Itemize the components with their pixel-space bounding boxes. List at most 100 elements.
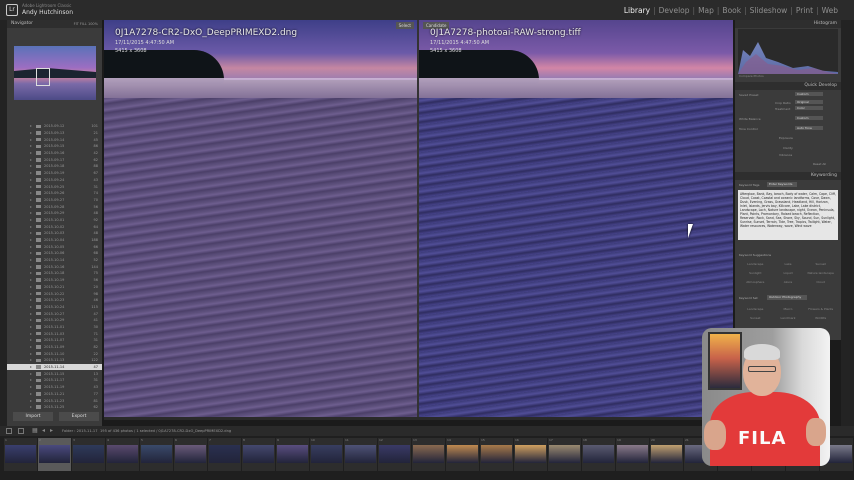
folder-row[interactable]: 2015-10-23 46 [7,297,102,304]
filmstrip-thumbnail[interactable]: 2 [38,438,71,471]
folder-row[interactable]: 2015-09-18 88 [7,163,102,170]
disclosure-triangle-icon[interactable] [30,218,32,221]
keyword-suggestion[interactable]: Sunset [804,262,837,266]
disclosure-triangle-icon[interactable] [30,165,32,168]
folder-row[interactable]: 2015-09-16 42 [7,150,102,157]
filmstrip-thumbnail[interactable]: 4 [106,438,139,471]
disclosure-triangle-icon[interactable] [30,312,32,315]
disclosure-triangle-icon[interactable] [30,319,32,322]
keyword-set-item[interactable]: Landmark [772,316,805,320]
filmstrip-source-path[interactable]: Folder : 2015-11-17 [62,426,98,436]
keyword-suggestion[interactable]: Sunlight [739,271,772,275]
back-arrow-icon[interactable]: ◂ [42,428,48,434]
saved-preset-select[interactable]: Custom [795,92,823,96]
treatment-select[interactable]: Color [795,106,823,110]
disclosure-triangle-icon[interactable] [30,232,32,235]
folder-row[interactable]: 2015-11-21 77 [7,391,102,398]
keyword-set-item[interactable]: Sunset [739,316,772,320]
filmstrip-thumbnail[interactable]: 14 [446,438,479,471]
folder-row[interactable]: 2015-11-19 43 [7,384,102,391]
disclosure-triangle-icon[interactable] [30,152,32,155]
disclosure-triangle-icon[interactable] [30,346,32,349]
filmstrip-thumbnail[interactable]: 12 [378,438,411,471]
compare-toolbar[interactable] [104,417,733,420]
grid-icon[interactable]: ▦ [32,428,38,434]
module-book[interactable]: Book [720,6,743,15]
folder-row[interactable]: 2015-11-15 13 [7,370,102,377]
folder-row[interactable]: 2015-11-14 47 [7,363,102,371]
folder-row[interactable]: 2015-11-07 31 [7,337,102,344]
disclosure-triangle-icon[interactable] [30,239,32,242]
select-pane[interactable]: Select 0J1A7278-CR2-DxO_DeepPRIMEXD2.dng… [104,20,417,417]
left-panel-edge[interactable] [0,20,7,426]
disclosure-triangle-icon[interactable] [30,259,32,262]
import-button[interactable]: Import [13,412,53,421]
quick-develop-header[interactable]: Quick Develop [735,82,841,90]
folder-row[interactable]: 2015-10-29 41 [7,317,102,324]
folder-row[interactable]: 2015-09-28 56 [7,203,102,210]
folder-row[interactable]: 2015-10-02 64 [7,223,102,230]
folder-row[interactable]: 2015-09-27 70 [7,197,102,204]
folder-row[interactable]: 2015-11-17 31 [7,377,102,384]
navigator-zoom-box[interactable] [36,68,50,86]
disclosure-triangle-icon[interactable] [30,339,32,342]
disclosure-triangle-icon[interactable] [30,292,32,295]
disclosure-triangle-icon[interactable] [30,178,32,181]
keyword-suggestion[interactable]: Azure [772,280,805,284]
disclosure-triangle-icon[interactable] [30,245,32,248]
module-library[interactable]: Library [622,6,652,15]
disclosure-triangle-icon[interactable] [30,406,32,409]
folder-row[interactable]: 2015-09-13 21 [7,130,102,137]
disclosure-triangle-icon[interactable] [30,285,32,288]
candidate-pane[interactable]: Candidate 0J1A7278-photoai-RAW-strong.ti… [419,20,733,417]
disclosure-triangle-icon[interactable] [30,172,32,175]
right-panel-edge[interactable] [841,20,854,426]
filmstrip-thumbnail[interactable]: 16 [514,438,547,471]
filmstrip-thumbnail[interactable]: 6 [174,438,207,471]
keyword-set-item[interactable]: Wildlife [804,316,837,320]
histogram-header[interactable]: Histogram [735,20,841,28]
crop-ratio-select[interactable]: Original [795,100,823,104]
folder-row[interactable]: 2015-10-19 56 [7,277,102,284]
disclosure-triangle-icon[interactable] [30,325,32,328]
keyword-suggestion[interactable]: Cloud [804,280,837,284]
keyword-tags-select[interactable]: Enter Keywords [767,182,797,187]
folder-row[interactable]: 2015-10-03 48 [7,230,102,237]
disclosure-triangle-icon[interactable] [30,145,32,148]
filmstrip-thumbnail[interactable]: 7 [208,438,241,471]
filmstrip-thumbnail[interactable]: 11 [344,438,377,471]
disclosure-triangle-icon[interactable] [30,205,32,208]
navigator-zoom-options[interactable]: FIT FILL 100% [74,20,98,28]
folder-row[interactable]: 2015-10-05 66 [7,243,102,250]
folder-row[interactable]: 2015-11-03 71 [7,330,102,337]
keyword-suggestion[interactable]: Landscape [739,262,772,266]
folder-row[interactable]: 2015-09-17 62 [7,156,102,163]
disclosure-triangle-icon[interactable] [30,198,32,201]
folder-row[interactable]: 2015-09-26 74 [7,190,102,197]
disclosure-triangle-icon[interactable] [30,386,32,389]
folder-row[interactable]: 2015-11-23 81 [7,397,102,404]
keyword-suggestion[interactable]: Atmosphere [739,280,772,284]
folder-row[interactable]: 2015-10-27 47 [7,310,102,317]
filmstrip-thumbnail[interactable]: 18 [582,438,615,471]
disclosure-triangle-icon[interactable] [30,379,32,382]
keyword-set-item[interactable]: Landscape [739,307,772,311]
folder-row[interactable]: 2015-10-16 144 [7,263,102,270]
filmstrip-thumbnail[interactable]: 10 [310,438,343,471]
filmstrip-thumbnail[interactable]: 9 [276,438,309,471]
disclosure-triangle-icon[interactable] [30,185,32,188]
reset-all-button[interactable]: Reset All [813,162,826,166]
folder-row[interactable]: 2015-09-15 86 [7,143,102,150]
disclosure-triangle-icon[interactable] [30,272,32,275]
disclosure-triangle-icon[interactable] [30,332,32,335]
filmstrip-thumbnail[interactable]: 15 [480,438,513,471]
disclosure-triangle-icon[interactable] [30,399,32,402]
folder-row[interactable]: 2015-09-24 43 [7,177,102,184]
disclosure-triangle-icon[interactable] [30,192,32,195]
folder-row[interactable]: 2015-09-14 45 [7,136,102,143]
folder-row[interactable]: 2015-11-25 62 [7,404,102,411]
white-balance-select[interactable]: Custom [795,116,823,120]
keyword-suggestion[interactable]: Lake [772,262,805,266]
folder-row[interactable]: 2015-11-09 82 [7,344,102,351]
folder-row[interactable]: 2015-11-13 122 [7,357,102,364]
